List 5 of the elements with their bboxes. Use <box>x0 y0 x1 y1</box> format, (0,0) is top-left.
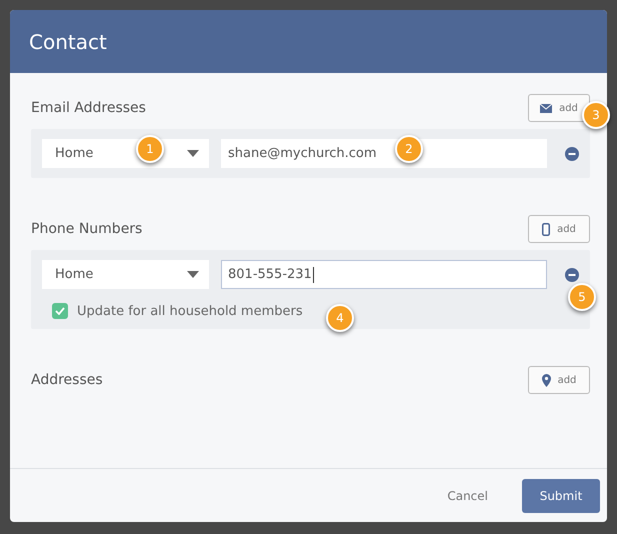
section-label: Email Addresses <box>31 100 146 116</box>
section-label: Phone Numbers <box>31 221 142 237</box>
checkbox-label: Update for all household members <box>77 304 303 318</box>
section-label: Addresses <box>31 372 103 388</box>
dialog-title: Contact <box>29 30 107 54</box>
